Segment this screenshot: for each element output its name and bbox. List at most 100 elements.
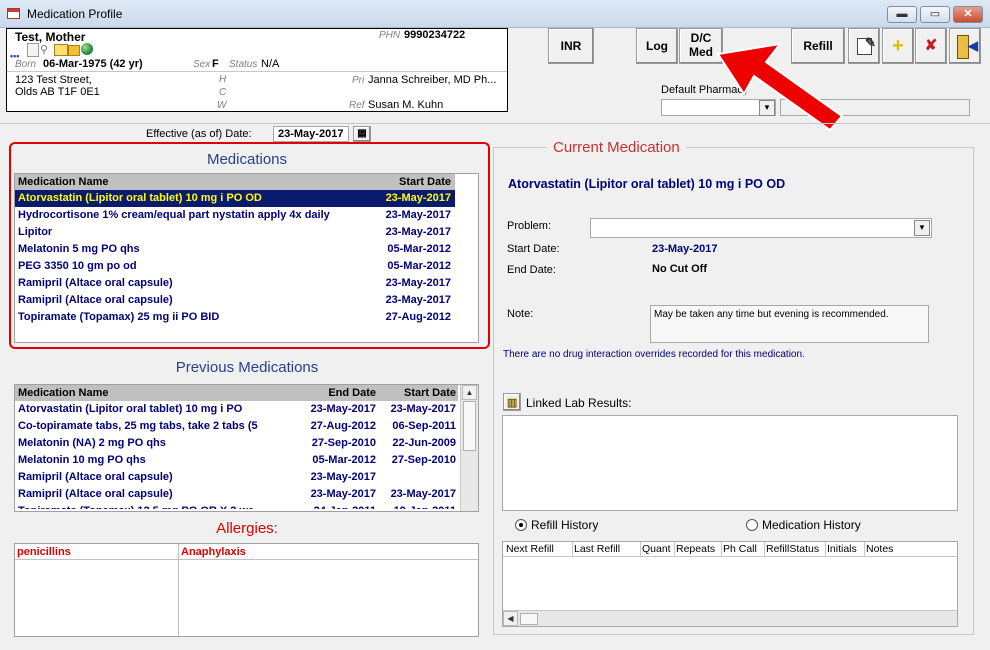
- linked-lab-results-list[interactable]: [502, 415, 958, 511]
- col-end-date[interactable]: End Date: [328, 385, 376, 401]
- refill-history-radio[interactable]: [515, 519, 527, 531]
- previous-start-date: 23-May-2017: [390, 488, 456, 500]
- previous-start-date: 19-Jan-2011: [394, 503, 456, 509]
- inr-button[interactable]: INR: [548, 28, 594, 64]
- medication-start-date: 05-Mar-2012: [387, 243, 451, 255]
- delete-button[interactable]: ✘: [915, 28, 947, 64]
- medication-start-date: 23-May-2017: [385, 294, 451, 306]
- log-button[interactable]: Log: [636, 28, 678, 64]
- col-prev-start-date[interactable]: Start Date: [404, 385, 456, 401]
- exit-button[interactable]: ◀: [949, 28, 981, 64]
- previous-scrollbar[interactable]: ▲: [460, 385, 478, 511]
- previous-medication-row[interactable]: Atorvastatin (Lipitor oral tablet) 10 mg…: [15, 401, 458, 418]
- medication-name: Lipitor: [18, 226, 53, 238]
- previous-medication-row[interactable]: Ramipril (Altace oral capsule) 23-May-201…: [15, 469, 458, 486]
- add-button[interactable]: +: [882, 28, 914, 64]
- document-icon[interactable]: [27, 43, 39, 57]
- globe-icon[interactable]: [81, 43, 93, 55]
- born-value: 06-Mar-1975 (42 yr): [43, 58, 143, 70]
- medication-row[interactable]: Melatonin 5 mg PO qhs 05-Mar-2012: [15, 241, 455, 258]
- previous-end-date: 24-Jan-2011: [314, 503, 376, 509]
- medication-row[interactable]: Ramipril (Altace oral capsule) 23-May-201…: [15, 292, 455, 309]
- previous-medication-row[interactable]: Topiramate (Topamax) 12.5 mg PO OR X 2 w…: [15, 503, 458, 509]
- previous-end-date: 23-May-2017: [310, 488, 376, 500]
- phn-value: 9990234722: [404, 29, 466, 41]
- medications-rows: Atorvastatin (Lipitor oral tablet) 10 mg…: [15, 190, 455, 326]
- scroll-up-icon[interactable]: ▲: [462, 385, 477, 400]
- medication-name: Melatonin 5 mg PO qhs: [18, 243, 140, 255]
- history-col-header[interactable]: Last Refill: [572, 542, 620, 556]
- history-col-header[interactable]: RefillStatus: [764, 542, 819, 556]
- patient-icons: ••• ⚲: [10, 43, 102, 61]
- born-label: Born: [15, 59, 37, 70]
- previous-medications-table: Medication Name End Date Start Date Ator…: [14, 384, 479, 512]
- previous-medication-row[interactable]: Melatonin (NA) 2 mg PO qhs 27-Sep-2010 22-…: [15, 435, 458, 452]
- allergies-table: penicillins Anaphylaxis: [14, 543, 479, 637]
- effective-date-input[interactable]: 23-May-2017: [273, 126, 349, 142]
- previous-end-date: 27-Aug-2012: [310, 420, 376, 432]
- close-button[interactable]: ✕: [953, 6, 983, 23]
- separator: [0, 123, 990, 124]
- scroll-left-icon[interactable]: ◀: [503, 611, 518, 626]
- medication-start-date: 23-May-2017: [385, 209, 451, 221]
- medication-row[interactable]: Hydrocortisone 1% cream/equal part nysta…: [15, 207, 455, 224]
- medications-table: Medication Name Start Date Atorvastatin …: [14, 173, 479, 343]
- note-field[interactable]: May be taken any time but evening is rec…: [650, 305, 929, 343]
- problem-chevron-down-icon[interactable]: ▼: [914, 220, 930, 236]
- edit-note-button[interactable]: ✎: [848, 28, 880, 64]
- primary-physician-label: Pri: [352, 75, 365, 86]
- start-date-label: Start Date:: [507, 243, 560, 255]
- scroll-thumb[interactable]: [463, 401, 476, 451]
- problem-select[interactable]: ▼: [590, 218, 932, 238]
- refill-history-label[interactable]: Refill History: [531, 518, 598, 532]
- history-col-header[interactable]: Notes: [864, 542, 893, 556]
- window-title: Medication Profile: [27, 7, 123, 21]
- history-hscrollbar[interactable]: ◀: [503, 610, 957, 626]
- folder-icon[interactable]: [54, 44, 68, 56]
- minimize-button[interactable]: ▬: [887, 6, 917, 23]
- medication-start-date: 23-May-2017: [385, 192, 451, 204]
- history-col-header[interactable]: Initials: [825, 542, 857, 556]
- col-medication-name[interactable]: Medication Name: [18, 174, 108, 190]
- current-medication-name: Atorvastatin (Lipitor oral tablet) 10 mg…: [508, 177, 786, 191]
- history-col-header[interactable]: Quant: [640, 542, 671, 556]
- lab-chart-icon: ▥: [507, 397, 518, 409]
- previous-medication-name: Co-topiramate tabs, 25 mg tabs, take 2 t…: [18, 420, 258, 432]
- medication-row[interactable]: Ramipril (Altace oral capsule) 23-May-201…: [15, 275, 455, 292]
- previous-start-date: 06-Sep-2011: [392, 420, 456, 432]
- phn-label: PHN: [379, 30, 401, 41]
- col-start-date[interactable]: Start Date: [399, 174, 451, 190]
- current-medication-title: Current Medication: [547, 139, 686, 156]
- calendar-picker-button[interactable]: ▦: [353, 126, 371, 142]
- previous-medication-row[interactable]: Ramipril (Altace oral capsule) 23-May-201…: [15, 486, 458, 503]
- previous-medication-row[interactable]: Melatonin 10 mg PO qhs 05-Mar-2012 27-Sep-…: [15, 452, 458, 469]
- medications-title: Medications: [206, 151, 288, 168]
- pencil-icon: ✎: [865, 35, 876, 50]
- medication-start-date: 23-May-2017: [385, 226, 451, 238]
- magnifier-icon[interactable]: ⚲: [40, 43, 48, 56]
- history-col-header[interactable]: Next Refill: [505, 542, 554, 556]
- col-prev-medication-name[interactable]: Medication Name: [18, 385, 108, 401]
- medication-row[interactable]: Lipitor 23-May-2017: [15, 224, 455, 241]
- medication-history-label[interactable]: Medication History: [762, 518, 861, 532]
- work-phone-label: W: [217, 100, 227, 111]
- history-col-header[interactable]: Ph Call: [721, 542, 757, 556]
- medication-history-radio[interactable]: [746, 519, 758, 531]
- plus-icon: +: [892, 35, 904, 57]
- medication-row[interactable]: Topiramate (Topamax) 25 mg ii PO BID 27-A…: [15, 309, 455, 326]
- maximize-button[interactable]: ▭: [920, 6, 950, 23]
- problem-label: Problem:: [507, 220, 552, 232]
- previous-medications-title: Previous Medications: [175, 359, 319, 376]
- linked-lab-button[interactable]: ▥: [503, 393, 521, 411]
- medication-start-date: 23-May-2017: [385, 277, 451, 289]
- medication-name: Hydrocortisone 1% cream/equal part nysta…: [18, 209, 330, 221]
- referring-physician-value: Susan M. Kuhn: [368, 99, 444, 111]
- hscroll-thumb[interactable]: [520, 613, 538, 625]
- start-date-value: 23-May-2017: [652, 243, 718, 255]
- medication-row[interactable]: Atorvastatin (Lipitor oral tablet) 10 mg…: [15, 190, 455, 207]
- calendar-icon[interactable]: [68, 45, 80, 56]
- medication-row[interactable]: PEG 3350 10 gm po od 05-Mar-2012: [15, 258, 455, 275]
- patient-card: Test, Mother PHN 9990234722 ••• ⚲ Born 0…: [6, 28, 508, 112]
- previous-medication-row[interactable]: Co-topiramate tabs, 25 mg tabs, take 2 t…: [15, 418, 458, 435]
- history-col-header[interactable]: Repeats: [674, 542, 715, 556]
